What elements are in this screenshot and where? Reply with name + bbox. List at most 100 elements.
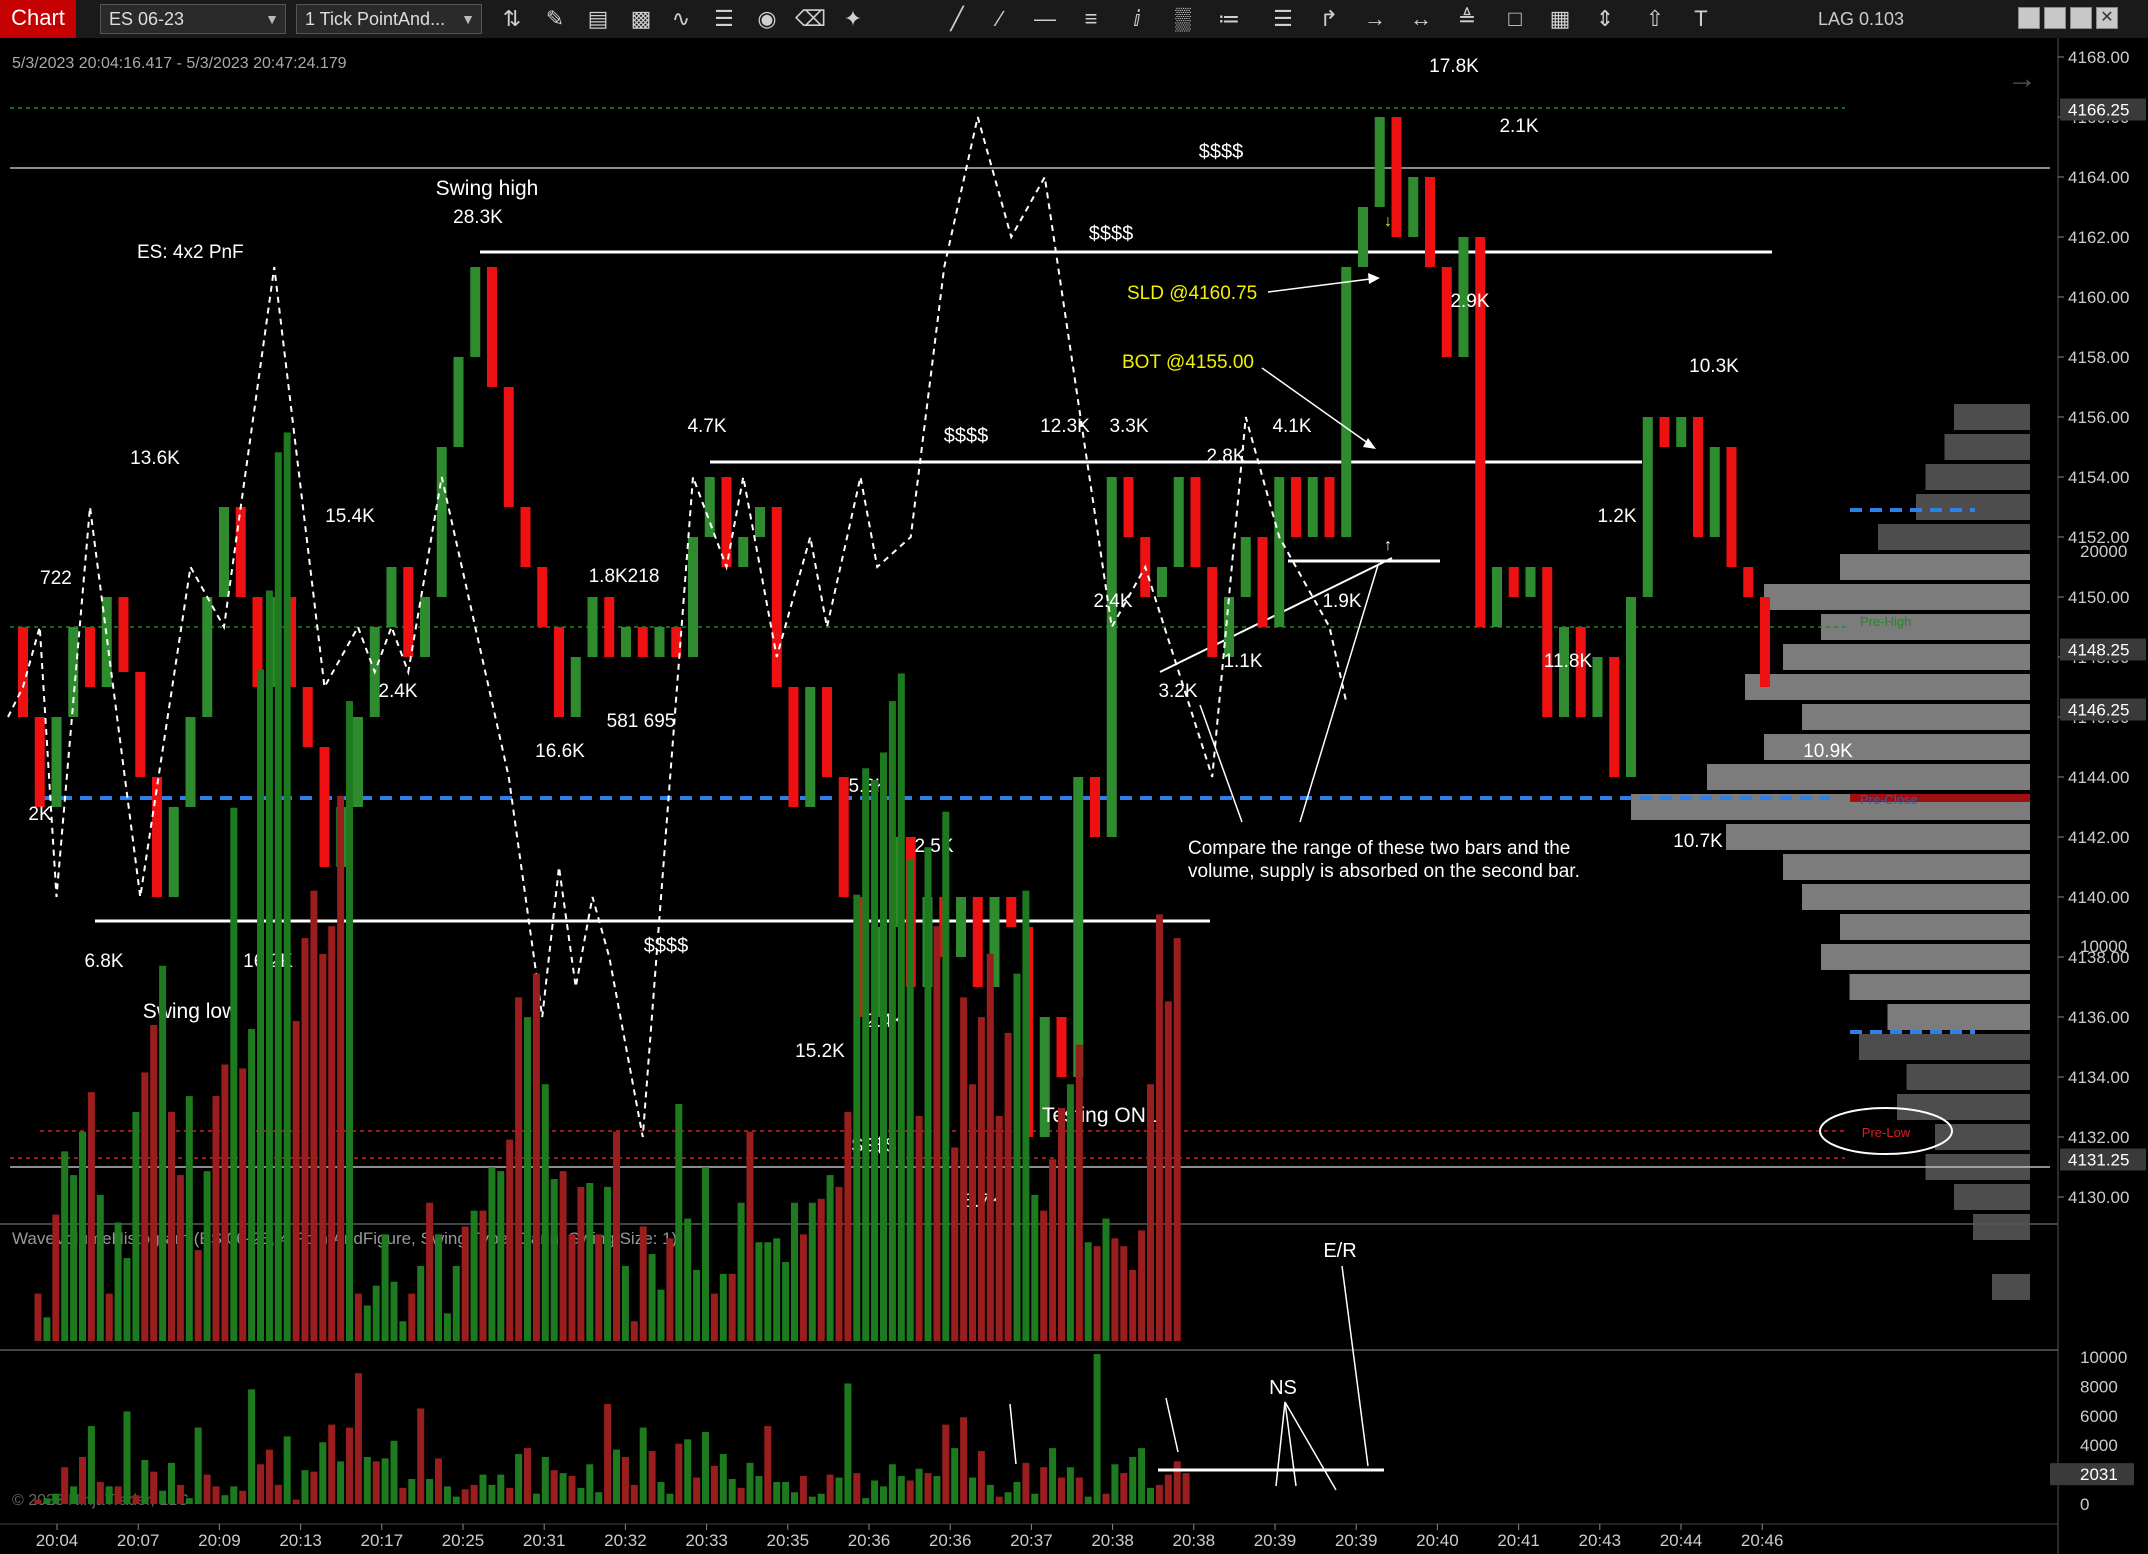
pnf-bar[interactable]	[654, 627, 665, 657]
volume-bar[interactable]	[381, 1458, 389, 1504]
volume-bar[interactable]	[817, 1198, 825, 1341]
volume-bar[interactable]	[719, 1454, 727, 1504]
pnf-bar[interactable]	[1492, 567, 1502, 627]
volume-bar[interactable]	[541, 1084, 549, 1341]
volume-bar[interactable]	[168, 1462, 175, 1504]
pnf-bar[interactable]	[453, 357, 464, 447]
volume-bar[interactable]	[390, 1440, 398, 1504]
pnf-bar[interactable]	[738, 537, 749, 567]
volume-bar[interactable]	[586, 1464, 594, 1504]
volume-bar[interactable]	[577, 1186, 585, 1341]
volume-bar[interactable]	[933, 926, 941, 1341]
volume-bar[interactable]	[648, 1254, 656, 1341]
volume-bar[interactable]	[1120, 1473, 1128, 1504]
volume-bar[interactable]	[719, 1273, 727, 1341]
volume-bar[interactable]	[1111, 1464, 1119, 1504]
volume-bar[interactable]	[176, 1175, 184, 1341]
pnf-bar[interactable]	[470, 267, 481, 357]
pnf-bar[interactable]	[1006, 897, 1017, 927]
volume-bar[interactable]	[159, 1490, 167, 1504]
volume-bar[interactable]	[461, 1226, 469, 1341]
volume-bar[interactable]	[372, 1285, 380, 1341]
volume-bar[interactable]	[746, 1462, 754, 1504]
volume-bar[interactable]	[87, 1426, 95, 1504]
volume-bar[interactable]	[1040, 1467, 1048, 1504]
volume-bar[interactable]	[773, 1481, 781, 1504]
pnf-bar[interactable]	[520, 507, 531, 567]
pnf-bar[interactable]	[537, 567, 548, 627]
pnf-bar[interactable]	[1173, 477, 1184, 567]
volume-bar[interactable]	[737, 1487, 745, 1504]
volume-bar[interactable]	[1049, 1448, 1057, 1504]
volume-bar[interactable]	[675, 1443, 683, 1504]
volume-bar[interactable]	[34, 1499, 42, 1504]
volume-bar[interactable]	[354, 1373, 362, 1504]
volume-bar[interactable]	[621, 1265, 629, 1341]
pnf-bar[interactable]	[1575, 627, 1586, 717]
pnf-bar[interactable]	[972, 897, 983, 987]
volume-bar[interactable]	[550, 1179, 558, 1341]
volume-bar[interactable]	[497, 1474, 505, 1504]
volume-bar[interactable]	[43, 1498, 51, 1504]
volume-bar[interactable]	[105, 1486, 113, 1504]
volume-bar[interactable]	[977, 1017, 985, 1341]
volume-bar[interactable]	[791, 1202, 798, 1341]
pnf-bar[interactable]	[1693, 417, 1703, 537]
pnf-bar[interactable]	[788, 687, 799, 807]
volume-bar[interactable]	[969, 1477, 976, 1504]
volume-bar[interactable]	[862, 768, 870, 1341]
volume-bar[interactable]	[141, 1072, 149, 1341]
volume-bar[interactable]	[648, 1451, 656, 1504]
volume-bar[interactable]	[221, 1064, 229, 1342]
volume-bar[interactable]	[888, 1464, 896, 1504]
volume-bar[interactable]	[96, 1481, 104, 1504]
volume-bar[interactable]	[541, 1456, 549, 1504]
pnf-bar[interactable]	[1123, 477, 1134, 537]
volume-bar[interactable]	[595, 1492, 603, 1504]
volume-bar[interactable]	[933, 1476, 941, 1504]
volume-bar[interactable]	[595, 1234, 603, 1341]
volume-bar[interactable]	[230, 807, 238, 1341]
volume-bar[interactable]	[817, 1493, 825, 1504]
pnf-bar[interactable]	[1190, 477, 1201, 567]
pnf-bar[interactable]	[1324, 477, 1335, 537]
volume-bar[interactable]	[328, 1424, 336, 1504]
volume-bar[interactable]	[34, 1293, 42, 1341]
volume-bar[interactable]	[524, 1448, 531, 1504]
pnf-bar[interactable]	[503, 387, 514, 507]
volume-bar[interactable]	[123, 1258, 131, 1341]
volume-bar[interactable]	[586, 1183, 594, 1341]
volume-bar[interactable]	[185, 1096, 193, 1341]
volume-bar[interactable]	[666, 1238, 674, 1341]
pnf-bar[interactable]	[1676, 417, 1687, 447]
volume-bar[interactable]	[1147, 1084, 1154, 1341]
pnf-bar[interactable]	[805, 687, 816, 807]
volume-bar[interactable]	[835, 1477, 843, 1504]
pnf-bar[interactable]	[1207, 567, 1218, 657]
volume-bar[interactable]	[461, 1489, 469, 1504]
volume-bar[interactable]	[265, 590, 273, 1342]
volume-bar[interactable]	[114, 1222, 122, 1342]
pnf-bar[interactable]	[1391, 117, 1402, 237]
volume-bar[interactable]	[799, 1476, 807, 1504]
volume-bar[interactable]	[265, 1449, 273, 1504]
volume-bar[interactable]	[221, 1495, 229, 1504]
pnf-bar[interactable]	[1592, 657, 1603, 717]
volume-bar[interactable]	[1102, 1493, 1110, 1504]
volume-bar[interactable]	[408, 1479, 416, 1504]
pnf-bar[interactable]	[386, 567, 397, 627]
pnf-bar[interactable]	[1374, 117, 1385, 207]
volume-bar[interactable]	[1066, 1084, 1074, 1341]
volume-bar[interactable]	[1013, 1481, 1021, 1504]
volume-bar[interactable]	[702, 1167, 709, 1341]
volume-bar[interactable]	[1084, 1496, 1092, 1504]
volume-bar[interactable]	[693, 1477, 701, 1504]
volume-bar[interactable]	[1049, 1159, 1057, 1341]
volume-bar[interactable]	[1058, 1107, 1065, 1341]
volume-bar[interactable]	[746, 1131, 754, 1341]
pnf-bar[interactable]	[704, 477, 715, 537]
pnf-bar[interactable]	[420, 597, 430, 657]
pnf-bar[interactable]	[755, 507, 765, 537]
volume-bar[interactable]	[301, 1470, 309, 1504]
volume-bar[interactable]	[657, 1289, 665, 1341]
